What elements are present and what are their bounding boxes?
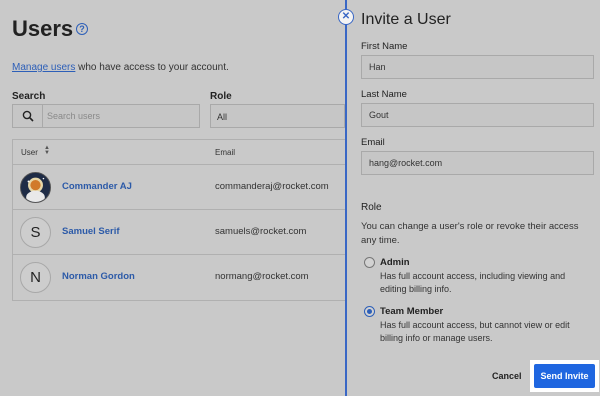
option-name: Admin (380, 257, 410, 268)
table-row[interactable]: S Samuel Serif samuels@rocket.com (13, 210, 345, 255)
option-name: Team Member (380, 306, 444, 317)
user-name[interactable]: Commander AJ (62, 181, 132, 192)
invite-user-drawer: ✕ Invite a User First Name Last Name Ema… (338, 0, 600, 396)
role-filter-label: Role (210, 91, 232, 102)
astronaut-avatar-icon (21, 173, 50, 202)
role-section-title: Role (361, 202, 382, 213)
table-row[interactable]: Commander AJ commanderaj@rocket.com (13, 165, 345, 210)
user-email: normang@rocket.com (215, 271, 309, 282)
intro-rest: who have access to your account. (75, 62, 229, 73)
role-filter-select[interactable]: All (210, 104, 345, 128)
column-header-email: Email (215, 148, 236, 157)
user-email: commanderaj@rocket.com (215, 181, 329, 192)
search-label: Search (12, 91, 46, 102)
page-title: Users (12, 16, 74, 41)
option-description: Has full account access, including viewi… (380, 271, 566, 294)
drawer-title: Invite a User (361, 11, 451, 28)
admin-radio[interactable] (364, 257, 375, 268)
table-header: User ▲ ▼ Email (13, 140, 345, 165)
avatar (20, 172, 51, 203)
close-icon[interactable]: ✕ (338, 9, 354, 25)
cancel-button[interactable]: Cancel (492, 371, 522, 381)
intro-text: Manage users who have access to your acc… (12, 62, 229, 73)
first-name-label: First Name (361, 41, 408, 52)
last-name-label: Last Name (361, 89, 407, 100)
email-field[interactable] (361, 151, 594, 175)
email-label: Email (361, 137, 385, 148)
send-invite-highlight: Send Invite (530, 360, 599, 392)
user-name[interactable]: Norman Gordon (62, 271, 135, 282)
avatar: N (20, 262, 51, 293)
team-member-radio[interactable] (364, 306, 375, 317)
search-icon[interactable] (13, 105, 43, 127)
option-description: Has full account access, but cannot view… (380, 320, 570, 343)
help-icon[interactable]: ? (76, 23, 88, 35)
avatar: S (20, 217, 51, 248)
users-table: User ▲ ▼ Email Commander AJ commanderaj@r… (12, 139, 345, 301)
send-invite-button[interactable]: Send Invite (534, 364, 595, 388)
users-page: Users ? Manage users who have access to … (0, 0, 345, 396)
manage-users-link[interactable]: Manage users (12, 62, 75, 73)
last-name-field[interactable] (361, 103, 594, 127)
user-email: samuels@rocket.com (215, 226, 307, 237)
table-row[interactable]: N Norman Gordon normang@rocket.com (13, 255, 345, 300)
role-description: You can change a user's role or revoke t… (361, 221, 579, 246)
search-input[interactable] (47, 105, 197, 127)
user-name[interactable]: Samuel Serif (62, 226, 120, 237)
sort-icon[interactable]: ▲ ▼ (44, 145, 50, 156)
search-box (12, 104, 200, 128)
column-header-user[interactable]: User (21, 148, 38, 157)
first-name-field[interactable] (361, 55, 594, 79)
